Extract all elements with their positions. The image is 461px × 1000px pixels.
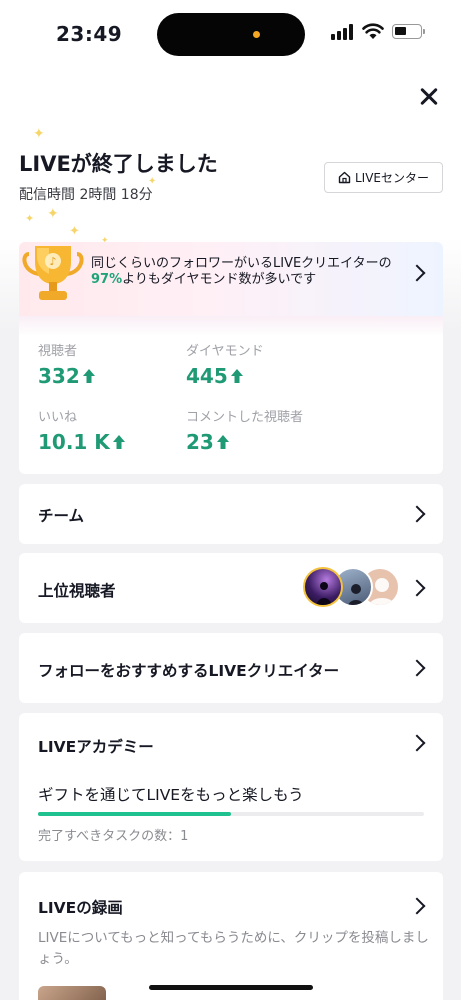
recording-thumbnail[interactable] bbox=[38, 986, 106, 1000]
stat-label-viewers: 視聴者 bbox=[38, 344, 78, 359]
live-center-button[interactable]: LIVEセンター bbox=[324, 162, 443, 193]
status-time: 23:49 bbox=[56, 22, 123, 46]
recommend-creators-row[interactable]: フォローをおすすめするLIVEクリエイター bbox=[19, 633, 443, 703]
sparkle-icon: ✦ bbox=[47, 206, 59, 222]
recording-title: LIVEの録画 bbox=[38, 899, 123, 917]
banner-percentage: 97% bbox=[91, 272, 123, 287]
svg-text:♪: ♪ bbox=[49, 255, 56, 268]
team-label: チーム bbox=[38, 507, 85, 525]
progress-fill bbox=[38, 812, 231, 816]
sparkle-icon: ✦ bbox=[69, 224, 80, 239]
stat-value-likes: 10.1 K bbox=[38, 430, 126, 454]
battery-icon bbox=[392, 24, 425, 39]
home-indicator bbox=[149, 985, 313, 990]
recording-description: LIVEについてもっと知ってもらうために、クリップを投稿しましょう。 bbox=[38, 930, 429, 967]
stat-label-diamonds: ダイヤモンド bbox=[186, 344, 264, 359]
stat-label-commenters: コメントした視聴者 bbox=[186, 410, 304, 425]
banner-text: 同じくらいのフォロワーがいるLIVEクリエイターの97%よりもダイヤモンド数が多… bbox=[91, 256, 392, 287]
home-icon bbox=[338, 171, 351, 184]
live-center-label: LIVEセンター bbox=[354, 171, 430, 185]
stats-card: ♪ 同じくらいのフォロワーがいるLIVEクリエイターの97%よりもダイヤモンド数… bbox=[19, 242, 443, 474]
top-viewers-row[interactable]: 上位視聴者 bbox=[19, 553, 443, 623]
academy-task-title: ギフトを通じてLIVEをもっと楽しもう bbox=[38, 786, 304, 804]
academy-title: LIVEアカデミー bbox=[38, 738, 154, 756]
page-title: LIVEが終了しました bbox=[19, 152, 218, 176]
stat-value-diamonds: 445 bbox=[186, 364, 244, 388]
chevron-right-icon bbox=[408, 897, 426, 915]
sparkle-icon: ✦ bbox=[33, 126, 45, 142]
dynamic-island bbox=[157, 13, 305, 56]
sparkle-icon: ✦ bbox=[25, 212, 35, 225]
progress-bar bbox=[38, 812, 424, 816]
stat-label-likes: いいね bbox=[38, 410, 78, 425]
remaining-tasks: 完了すべきタスクの数：1 bbox=[38, 829, 189, 844]
arrow-up-icon bbox=[112, 435, 125, 449]
stat-value-commenters: 23 bbox=[186, 430, 230, 454]
team-row[interactable]: チーム bbox=[19, 484, 443, 544]
arrow-up-icon bbox=[230, 369, 243, 383]
wifi-icon bbox=[362, 23, 384, 39]
live-academy-card[interactable]: LIVEアカデミー ギフトを通じてLIVEをもっと楽しもう 完了すべきタスクの数… bbox=[19, 713, 443, 861]
live-recording-card[interactable]: LIVEの録画 LIVEについてもっと知ってもらうために、クリップを投稿しましょ… bbox=[19, 872, 443, 1000]
trophy-icon: ♪ bbox=[22, 246, 84, 300]
cellular-signal-icon bbox=[331, 24, 353, 40]
figure-icon bbox=[316, 582, 332, 605]
chevron-right-icon bbox=[408, 734, 426, 752]
close-button[interactable] bbox=[414, 82, 444, 112]
arrow-up-icon bbox=[216, 435, 229, 449]
recording-dot-icon bbox=[253, 31, 260, 38]
chevron-right-icon bbox=[408, 579, 426, 597]
chevron-right-icon bbox=[408, 505, 426, 523]
arrow-up-icon bbox=[82, 369, 95, 383]
recommend-creators-label: フォローをおすすめするLIVEクリエイター bbox=[38, 662, 340, 680]
stat-value-viewers: 332 bbox=[38, 364, 96, 388]
status-bar: 23:49 bbox=[0, 0, 461, 62]
avatar[interactable] bbox=[303, 567, 343, 607]
chevron-right-icon bbox=[408, 659, 426, 677]
top-viewers-label: 上位視聴者 bbox=[38, 582, 116, 600]
stream-duration: 配信時間 2時間 18分 bbox=[19, 187, 153, 203]
